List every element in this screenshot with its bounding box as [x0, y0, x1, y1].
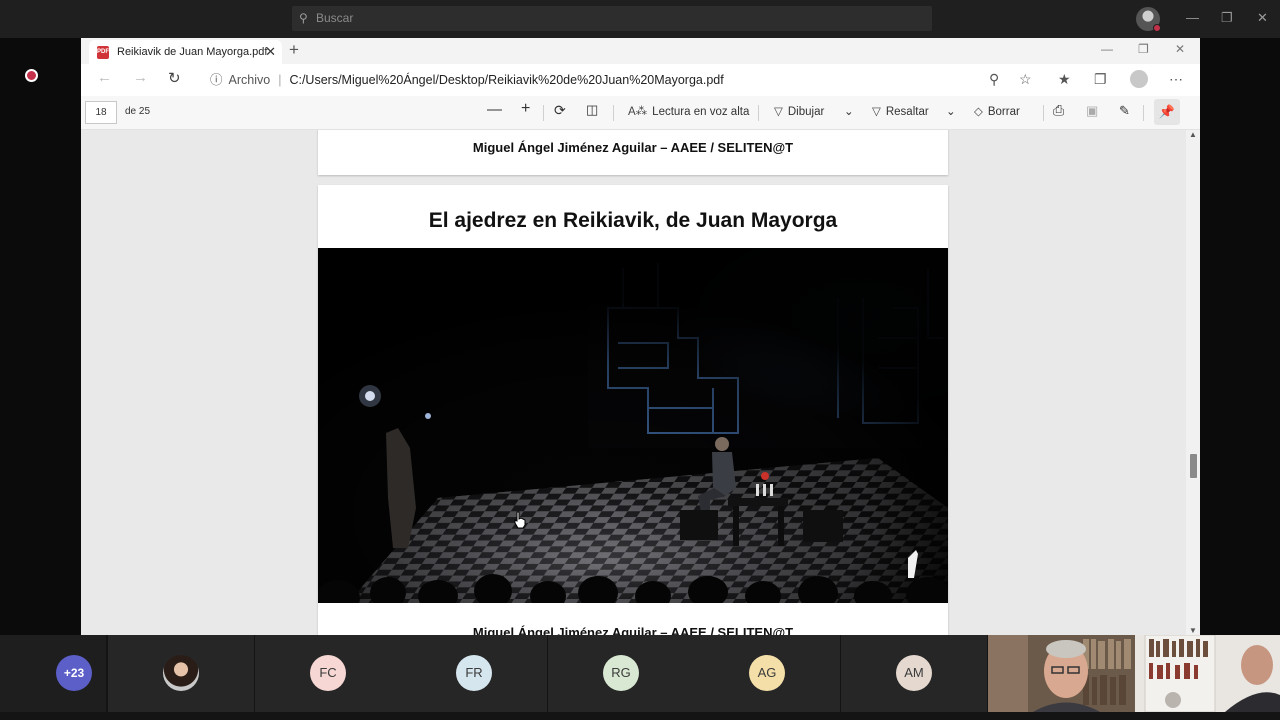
- collections-icon[interactable]: ❐: [1094, 71, 1107, 88]
- read-aloud-label: Lectura en voz alta: [652, 106, 750, 118]
- participant-avatar: FC: [310, 655, 346, 691]
- vertical-scrollbar[interactable]: ▲ ▼: [1186, 130, 1200, 635]
- participant-video[interactable]: [1135, 635, 1280, 712]
- highlight-icon: ▽: [872, 106, 881, 118]
- participant-photo-avatar: [163, 655, 199, 691]
- zoom-in-icon[interactable]: +: [521, 100, 530, 118]
- pdf-toolbar: 18 de 25 — + ⟳ ◫ A⁂ Lectura en voz alta ▽…: [81, 96, 1200, 130]
- participant-tile[interactable]: [108, 635, 254, 712]
- profile-avatar[interactable]: [1136, 7, 1161, 32]
- url-divider: |: [278, 73, 282, 87]
- rotate-icon[interactable]: ⟳: [554, 102, 566, 119]
- erase-button[interactable]: ◇ Borrar: [974, 104, 1020, 118]
- toolbar-divider: [1143, 105, 1144, 121]
- favorites-icon[interactable]: ★: [1058, 71, 1071, 88]
- fit-page-icon[interactable]: ◫: [586, 102, 598, 118]
- participant-avatar: FR: [456, 655, 492, 691]
- participant-video-frame: [988, 635, 1135, 712]
- pdf-page-18: El ajedrez en Reikiavik, de Juan Mayorga: [318, 185, 948, 635]
- browser-close-icon[interactable]: ✕: [1175, 42, 1185, 56]
- pdf-viewer[interactable]: Miguel Ángel Jiménez Aguilar – AAEE / SE…: [81, 130, 1186, 635]
- tab-title: Reikiavik de Juan Mayorga.pdf: [117, 46, 268, 58]
- print-icon[interactable]: ⎙: [1053, 102, 1064, 119]
- participant-tile[interactable]: RG: [548, 635, 694, 712]
- toolbar-divider: [613, 105, 614, 121]
- save-as-icon[interactable]: ✎: [1119, 103, 1130, 119]
- participant-video-frame: [1135, 635, 1280, 712]
- recording-indicator-icon: [25, 69, 38, 82]
- toolbar-divider: [1043, 105, 1044, 121]
- participant-avatar: RG: [603, 655, 639, 691]
- draw-icon: ▽: [774, 106, 783, 118]
- refresh-icon[interactable]: ↻: [168, 69, 181, 87]
- highlight-button[interactable]: ▽ Resaltar: [872, 104, 929, 118]
- stage-photo-image: [318, 248, 948, 603]
- page-footer: Miguel Ángel Jiménez Aguilar – AAEE / SE…: [472, 625, 794, 635]
- participant-avatar: AM: [896, 655, 932, 691]
- eraser-icon: ◇: [974, 106, 983, 118]
- teams-title-bar: ⚲ Buscar — ❐ ✕: [0, 0, 1280, 38]
- forward-icon[interactable]: →: [133, 69, 148, 86]
- draw-button[interactable]: ▽ Dibujar: [774, 104, 824, 118]
- participant-strip: +23 FC FR RG AG AM: [0, 635, 1280, 720]
- toolbar-divider: [543, 105, 544, 121]
- scroll-up-icon[interactable]: ▲: [1189, 130, 1197, 139]
- zoom-icon[interactable]: ⚲: [989, 71, 999, 88]
- url-field[interactable]: ⓘ Archivo | C:/Users/Miguel%20Ángel/Desktop…: [200, 67, 1038, 93]
- close-icon[interactable]: ✕: [1257, 10, 1268, 26]
- search-input[interactable]: ⚲ Buscar: [292, 6, 932, 31]
- restore-icon[interactable]: ❐: [1221, 10, 1233, 26]
- url-scheme-label: Archivo: [228, 73, 271, 87]
- slide-title: El ajedrez en Reikiavik, de Juan Mayorga: [428, 209, 838, 232]
- participant-tile[interactable]: FR: [401, 635, 547, 712]
- profile-icon[interactable]: [1130, 70, 1148, 88]
- scroll-down-icon[interactable]: ▼: [1189, 626, 1197, 635]
- hand-cursor-icon: [514, 511, 526, 529]
- url-text: C:/Users/Miguel%20Ángel/Desktop/Reikiavi…: [289, 73, 724, 87]
- status-badge: [1153, 24, 1161, 32]
- highlight-label: Resaltar: [885, 106, 929, 118]
- participant-tile[interactable]: FC: [255, 635, 401, 712]
- tab-pdf[interactable]: PDF Reikiavik de Juan Mayorga.pdf ✕: [89, 40, 282, 64]
- draw-label: Dibujar: [787, 106, 825, 118]
- screen: ⚲ Buscar — ❐ ✕ PDF Reikiavik de Juan May…: [0, 0, 1280, 720]
- participant-avatar: AG: [749, 655, 785, 691]
- pdf-page-17: Miguel Ángel Jiménez Aguilar – AAEE / SE…: [318, 130, 948, 175]
- stage-photo: [318, 248, 948, 603]
- participant-tile[interactable]: AM: [841, 635, 987, 712]
- draw-options-chevron-icon[interactable]: ⌄: [844, 104, 854, 118]
- scrollbar-thumb[interactable]: [1190, 454, 1197, 478]
- new-tab-icon[interactable]: +: [289, 40, 299, 60]
- page-count-label: de 25: [125, 106, 151, 117]
- browser-minimize-icon[interactable]: —: [1101, 42, 1113, 56]
- browser-window: PDF Reikiavik de Juan Mayorga.pdf ✕ + — …: [81, 38, 1200, 635]
- more-participants-avatar: +23: [56, 655, 92, 691]
- tab-strip: PDF Reikiavik de Juan Mayorga.pdf ✕ + — …: [81, 38, 1200, 64]
- save-icon[interactable]: ▣: [1086, 103, 1098, 119]
- page-footer: Miguel Ángel Jiménez Aguilar – AAEE / SE…: [472, 140, 794, 155]
- search-icon: ⚲: [299, 11, 308, 25]
- info-icon: ⓘ: [210, 73, 223, 87]
- participant-video[interactable]: [988, 635, 1135, 712]
- pdf-file-icon: PDF: [97, 46, 109, 59]
- close-tab-icon[interactable]: ✕: [265, 40, 276, 64]
- back-icon[interactable]: ←: [97, 69, 112, 86]
- highlight-options-chevron-icon[interactable]: ⌄: [946, 104, 956, 118]
- erase-label: Borrar: [987, 106, 1020, 118]
- participant-tile[interactable]: AG: [694, 635, 840, 712]
- more-participants-tile[interactable]: +23: [0, 635, 106, 712]
- search-placeholder: Buscar: [316, 11, 354, 25]
- zoom-out-icon[interactable]: —: [487, 101, 502, 118]
- page-number-input[interactable]: 18: [85, 101, 117, 124]
- minimize-icon[interactable]: —: [1186, 10, 1199, 25]
- favorite-star-icon[interactable]: ☆: [1019, 71, 1032, 88]
- read-aloud-icon: A⁂: [628, 106, 648, 118]
- read-aloud-button[interactable]: A⁂ Lectura en voz alta: [628, 104, 749, 118]
- more-options-icon[interactable]: ⋯: [1169, 71, 1183, 88]
- browser-restore-icon[interactable]: ❐: [1138, 42, 1149, 56]
- toolbar-divider: [758, 105, 759, 121]
- address-bar: ← → ↻ ⓘ Archivo | C:/Users/Miguel%20Ángel/D…: [81, 64, 1200, 96]
- pin-toolbar-icon[interactable]: 📌: [1154, 99, 1180, 125]
